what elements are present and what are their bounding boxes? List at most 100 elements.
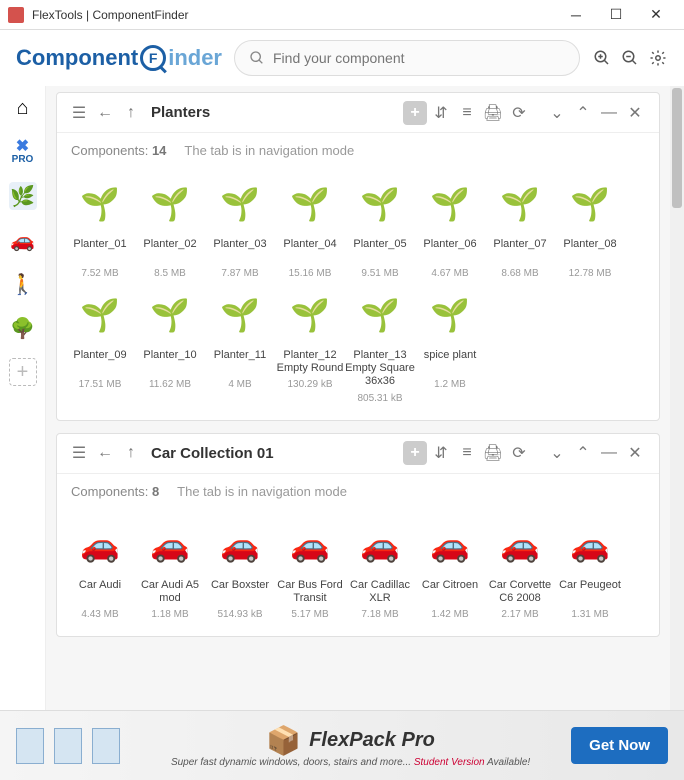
- sort-icon[interactable]: ≡: [455, 101, 479, 125]
- thumbnail: 🚗: [422, 517, 478, 573]
- component-item[interactable]: 🚗Car Peugeot1.31 MB: [555, 517, 625, 620]
- thumbnail: 🌱: [422, 176, 478, 232]
- component-item[interactable]: 🌱Planter_0812.78 MB: [555, 176, 625, 279]
- panel-header: ☰←↑Car Collection 01+⇵≡🖨⟳⌄⌃—✕: [57, 434, 659, 474]
- search-input[interactable]: [273, 50, 565, 66]
- refresh-icon[interactable]: ⟳: [507, 101, 531, 125]
- brand-magnify-icon: F: [140, 45, 166, 71]
- footer-window-icon-2: [54, 728, 82, 764]
- component-item[interactable]: 🌱Planter_114 MB: [205, 287, 275, 404]
- item-size: 11.62 MB: [135, 379, 205, 390]
- item-size: 8.5 MB: [135, 268, 205, 279]
- back-icon[interactable]: ←: [93, 101, 117, 125]
- component-item[interactable]: 🌱Planter_13 Empty Square 36x36805.31 kB: [345, 287, 415, 404]
- zoom-out-icon[interactable]: [620, 48, 640, 68]
- component-item[interactable]: 🚗Car Audi4.43 MB: [65, 517, 135, 620]
- close-panel-icon[interactable]: ✕: [623, 101, 647, 125]
- meta-label: Components:: [71, 484, 152, 499]
- component-item[interactable]: 🚗Car Corvette C6 20082.17 MB: [485, 517, 555, 620]
- component-item[interactable]: 🌱Planter_078.68 MB: [485, 176, 555, 279]
- item-name: Planter_09: [65, 349, 135, 375]
- tree-icon[interactable]: ⇵: [429, 441, 453, 465]
- component-item[interactable]: 🚗Car Boxster514.93 kB: [205, 517, 275, 620]
- component-item[interactable]: 🌱Planter_059.51 MB: [345, 176, 415, 279]
- component-item[interactable]: 🌱Planter_017.52 MB: [65, 176, 135, 279]
- component-item[interactable]: 🌱Planter_0917.51 MB: [65, 287, 135, 404]
- tree-icon[interactable]: ⇵: [429, 101, 453, 125]
- maximize-button[interactable]: ☐: [596, 1, 636, 29]
- thumbnail: 🌱: [72, 176, 128, 232]
- component-item[interactable]: 🌱Planter_028.5 MB: [135, 176, 205, 279]
- zoom-in-icon[interactable]: [592, 48, 612, 68]
- component-item[interactable]: 🌱spice plant1.2 MB: [415, 287, 485, 404]
- add-button[interactable]: +: [403, 441, 427, 465]
- component-item[interactable]: 🚗Car Citroen1.42 MB: [415, 517, 485, 620]
- item-size: 4.43 MB: [65, 609, 135, 620]
- settings-gear-icon[interactable]: [648, 48, 668, 68]
- up-icon[interactable]: ↑: [119, 101, 143, 125]
- close-button[interactable]: ✕: [636, 1, 676, 29]
- panel-meta: Components: 14The tab is in navigation m…: [57, 133, 659, 168]
- minimize-icon[interactable]: —: [597, 441, 621, 465]
- minimize-icon[interactable]: —: [597, 101, 621, 125]
- component-item[interactable]: 🌱Planter_1011.62 MB: [135, 287, 205, 404]
- item-name: Car Audi: [65, 579, 135, 605]
- item-name: Planter_06: [415, 238, 485, 264]
- component-item[interactable]: 🚗Car Bus Ford Transit5.17 MB: [275, 517, 345, 620]
- item-name: Car Peugeot: [555, 579, 625, 605]
- content-area: ☰←↑Planters+⇵≡🖨⟳⌄⌃—✕Components: 14The ta…: [46, 86, 670, 710]
- expand-icon[interactable]: ⌄: [545, 441, 569, 465]
- component-item[interactable]: 🌱Planter_0415.16 MB: [275, 176, 345, 279]
- sidebar-planters-icon[interactable]: 🌿: [9, 182, 37, 210]
- sidebar-add-button[interactable]: +: [9, 358, 37, 386]
- brand-part1: Component: [16, 45, 138, 71]
- component-item[interactable]: 🌱Planter_064.67 MB: [415, 176, 485, 279]
- item-size: 1.42 MB: [415, 609, 485, 620]
- back-icon[interactable]: ←: [93, 441, 117, 465]
- search-box[interactable]: [234, 40, 580, 76]
- item-size: 4 MB: [205, 379, 275, 390]
- get-now-button[interactable]: Get Now: [571, 727, 668, 764]
- titlebar: FlexTools | ComponentFinder ─ ☐ ✕: [0, 0, 684, 30]
- scrollbar-thumb[interactable]: [672, 88, 682, 208]
- footer-brand: FlexPack Pro: [309, 729, 435, 752]
- component-grid: 🚗Car Audi4.43 MB🚗Car Audi A5 mod1.18 MB🚗…: [57, 509, 659, 636]
- thumbnail: 🚗: [352, 517, 408, 573]
- component-item[interactable]: 🌱Planter_037.87 MB: [205, 176, 275, 279]
- footer-box-icon: 📦: [266, 724, 301, 757]
- print-icon[interactable]: 🖨: [481, 441, 505, 465]
- component-grid: 🌱Planter_017.52 MB🌱Planter_028.5 MB🌱Plan…: [57, 168, 659, 420]
- sidebar-cars-icon[interactable]: 🚗: [9, 226, 37, 254]
- close-panel-icon[interactable]: ✕: [623, 441, 647, 465]
- panel: ☰←↑ Planters+⇵≡🖨⟳ ⌄⌃—✕ Components: 14The ta…: [56, 92, 660, 421]
- add-button[interactable]: +: [403, 101, 427, 125]
- item-name: Planter_12 Empty Round: [275, 349, 345, 375]
- item-size: 7.87 MB: [205, 268, 275, 279]
- component-count: 14: [152, 143, 166, 158]
- panel-title: Planters: [151, 104, 403, 121]
- component-item[interactable]: 🚗Car Cadillac XLR7.18 MB: [345, 517, 415, 620]
- home-icon[interactable]: ⌂: [9, 94, 37, 122]
- meta-label: Components:: [71, 143, 152, 158]
- list-icon[interactable]: ☰: [67, 101, 91, 125]
- up-icon[interactable]: ↑: [119, 441, 143, 465]
- component-item[interactable]: 🌱Planter_12 Empty Round130.29 kB: [275, 287, 345, 404]
- scrollbar[interactable]: [670, 86, 684, 710]
- minimize-button[interactable]: ─: [556, 1, 596, 29]
- expand-icon[interactable]: ⌄: [545, 101, 569, 125]
- sort-icon[interactable]: ≡: [455, 441, 479, 465]
- collapse-icon[interactable]: ⌃: [571, 101, 595, 125]
- collapse-icon[interactable]: ⌃: [571, 441, 595, 465]
- refresh-icon[interactable]: ⟳: [507, 441, 531, 465]
- sidebar-people-icon[interactable]: 🚶: [9, 270, 37, 298]
- item-size: 8.68 MB: [485, 268, 555, 279]
- pro-icon[interactable]: ✖PRO: [9, 138, 37, 166]
- sidebar-trees-icon[interactable]: 🌳: [9, 314, 37, 342]
- item-name: Planter_01: [65, 238, 135, 264]
- print-icon[interactable]: 🖨: [481, 101, 505, 125]
- topbar: Component F inder: [0, 30, 684, 86]
- item-name: Car Corvette C6 2008: [485, 579, 555, 605]
- component-item[interactable]: 🚗Car Audi A5 mod1.18 MB: [135, 517, 205, 620]
- window-title: FlexTools | ComponentFinder: [32, 8, 556, 22]
- list-icon[interactable]: ☰: [67, 441, 91, 465]
